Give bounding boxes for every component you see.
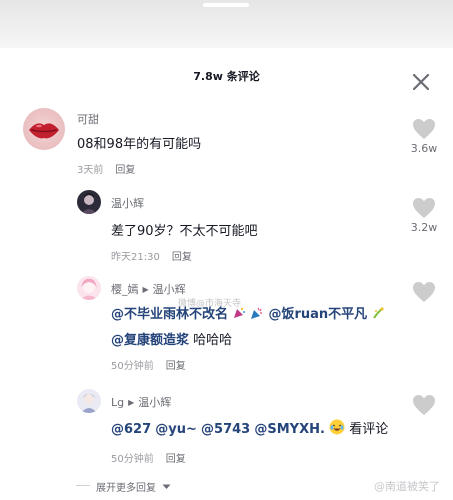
expand-more-replies-button[interactable]: 展开更多回复	[96, 479, 171, 494]
like-button[interactable]: 3.2w	[409, 197, 439, 234]
reply-username[interactable]: 温小辉	[111, 195, 144, 211]
reply-meta: 50分钟前 回复	[111, 450, 186, 465]
mention[interactable]: @复康额造浆	[111, 333, 189, 348]
mention[interactable]: @627	[111, 422, 151, 437]
drag-handle[interactable]	[203, 3, 249, 7]
reply-text: @627 @yu~ @5743 @SMYXH. 看评论	[111, 418, 388, 439]
close-button[interactable]	[408, 71, 434, 93]
mention[interactable]: @饭ruan不平凡	[268, 307, 367, 322]
heart-icon	[413, 395, 435, 415]
comment-time: 3天前	[77, 165, 104, 176]
reply-time: 50分钟前	[111, 361, 154, 372]
avatar[interactable]	[77, 190, 101, 214]
reply-meta: 50分钟前 回复	[111, 357, 186, 372]
comments-panel: 7.8w 条评论 可甜 08和98年的有可能吗 3天前 回复 3.6w 温小辉 …	[0, 48, 453, 500]
reply-to-arrow-icon: ▶	[128, 398, 135, 407]
reply-to-arrow-icon: ▶	[142, 285, 149, 294]
reply-author[interactable]: Lg	[111, 396, 124, 409]
reply-author[interactable]: 樱_嫣	[111, 283, 139, 296]
heart-icon	[413, 119, 435, 139]
mention[interactable]: @不毕业雨林不改名	[111, 307, 228, 322]
reply-time: 昨天21:30	[111, 252, 160, 263]
reply-button[interactable]: 回复	[166, 454, 186, 465]
avatar[interactable]	[77, 276, 101, 300]
close-icon	[412, 73, 430, 91]
expand-more-label: 展开更多回复	[96, 483, 156, 494]
like-count: 3.6w	[410, 142, 438, 155]
reply-target[interactable]: 温小辉	[153, 283, 186, 296]
avatar[interactable]	[77, 389, 101, 413]
comment-username[interactable]: 可甜	[77, 111, 99, 127]
mention[interactable]: @SMYXH.	[254, 422, 325, 437]
reply-text-tail: 哈哈哈	[193, 333, 233, 348]
reply-target[interactable]: 温小辉	[138, 396, 171, 409]
heart-icon	[413, 282, 435, 302]
comment-meta: 3天前 回复	[77, 161, 135, 176]
reply-text-line2: @复康额造浆 哈哈哈	[111, 329, 232, 348]
reply-text: @不毕业雨林不改名 @饭ruan不平凡	[111, 303, 385, 324]
reply-button[interactable]: 回复	[166, 361, 186, 372]
reply-text: 差了90岁？不太不可能吧	[111, 224, 258, 239]
comment-text: 08和98年的有可能吗	[77, 137, 202, 152]
like-button[interactable]	[409, 394, 439, 416]
mention[interactable]: @yu~	[155, 422, 197, 437]
like-button[interactable]: 3.6w	[409, 118, 439, 155]
heart-icon	[413, 198, 435, 218]
chevron-down-icon	[162, 482, 171, 493]
party-popper-icon	[250, 306, 264, 324]
reply-button[interactable]: 回复	[172, 252, 192, 263]
mention[interactable]: @5743	[201, 422, 250, 437]
reply-time: 50分钟前	[111, 454, 154, 465]
reply-text-tail: 看评论	[349, 422, 389, 437]
like-count: 3.2w	[410, 221, 438, 234]
watermark-bottom-text: @南道被笑了	[374, 480, 440, 493]
sparkle-emoji-icon	[371, 306, 385, 324]
reply-meta: 昨天21:30 回复	[111, 248, 192, 263]
dimmed-video-strip	[0, 0, 453, 48]
watermark-bottom: @南道被笑了	[374, 478, 440, 494]
reply-username: Lg ▶ 温小辉	[111, 394, 171, 410]
expand-divider	[76, 485, 90, 486]
like-button[interactable]	[409, 281, 439, 303]
watermark-middle: 微博@市海天寺	[178, 299, 242, 309]
laughing-crying-emoji-icon	[329, 419, 345, 439]
avatar[interactable]	[23, 108, 65, 150]
reply-button[interactable]: 回复	[115, 165, 135, 176]
comment-count-title: 7.8w 条评论	[193, 70, 260, 83]
reply-username: 樱_嫣 ▶ 温小辉	[111, 281, 186, 297]
